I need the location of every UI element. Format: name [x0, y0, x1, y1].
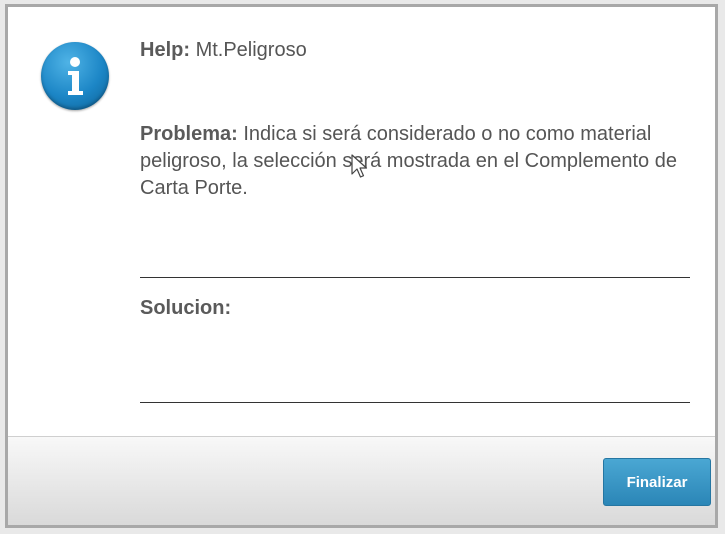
help-value: Mt.Peligroso — [195, 39, 307, 61]
help-title: Help: Mt.Peligroso — [140, 37, 690, 64]
problem-label: Problema: — [140, 123, 238, 145]
problem-section: Problema: Indica si será considerado o n… — [140, 121, 690, 202]
mouse-pointer-icon — [351, 154, 369, 185]
dialog-footer: Finalizar — [8, 436, 715, 525]
divider — [140, 277, 690, 278]
finish-button[interactable]: Finalizar — [603, 458, 711, 506]
solution-label: Solucion: — [140, 297, 232, 319]
divider — [140, 402, 690, 403]
help-dialog: Help: Mt.Peligroso Problema: Indica si s… — [5, 4, 718, 528]
dialog-content: Help: Mt.Peligroso Problema: Indica si s… — [140, 37, 690, 403]
solution-section: Solucion: — [140, 295, 231, 322]
help-label: Help: — [140, 39, 190, 61]
info-icon — [41, 42, 109, 110]
